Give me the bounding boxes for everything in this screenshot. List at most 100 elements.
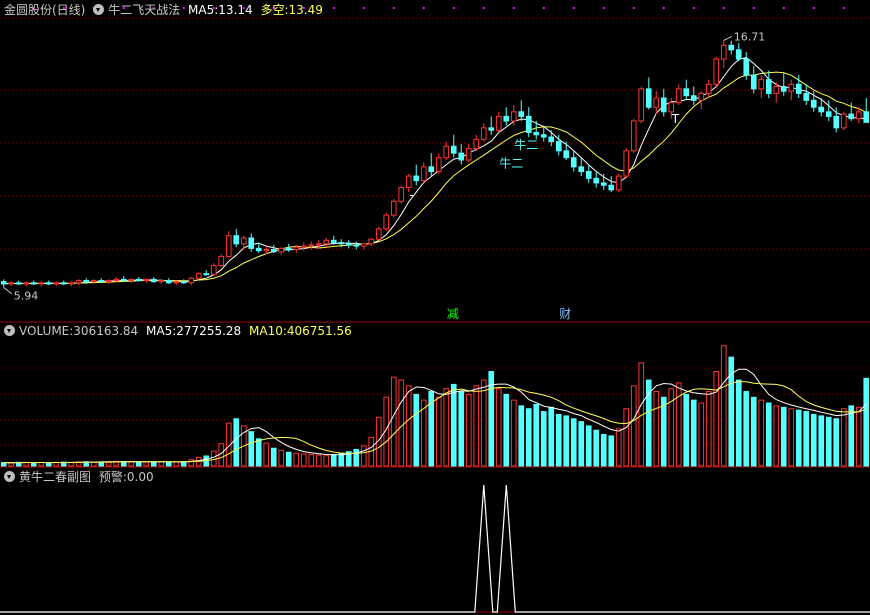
candle-body (323, 239, 330, 245)
volume-bar (45, 462, 52, 467)
volume-bar (480, 379, 487, 467)
volume-bar (660, 396, 667, 467)
candle-body (360, 243, 367, 247)
volume-bar (863, 377, 870, 467)
candle-body (660, 97, 667, 113)
candle-body (458, 152, 465, 161)
ma10-line (3, 71, 867, 285)
indicator-name: 牛二飞天战法 (108, 3, 181, 17)
candle-body (180, 281, 187, 284)
volume-bar (615, 428, 622, 467)
signal-dot (842, 7, 845, 9)
candle-body (435, 157, 442, 172)
candle-body (150, 278, 157, 283)
candle-body (443, 145, 450, 159)
candle-body (765, 79, 772, 94)
volume-bar (285, 451, 292, 467)
candle-body (45, 282, 52, 285)
candle-body (450, 145, 457, 154)
volume-bar (165, 461, 172, 467)
candle-body (188, 277, 195, 284)
candle-body (308, 244, 315, 247)
candle-body (398, 187, 405, 202)
volume-bar (135, 461, 142, 467)
candle-body (540, 134, 547, 138)
candle-body (855, 111, 862, 120)
volume-bar (600, 434, 607, 467)
volume-bar (188, 459, 195, 467)
volume-bar (848, 405, 855, 467)
candle-body (255, 247, 262, 252)
vol-ma10-label: MA10: (249, 324, 287, 338)
volume-bar (698, 402, 705, 467)
volume-bar (570, 418, 577, 467)
candle-body (23, 282, 30, 285)
candle-body (375, 228, 382, 240)
annotation-label: - (409, 188, 413, 202)
main-panel-header: 金圆股份(日线) 牛二飞天战法 MA5:13.14 多空:13.49 (4, 3, 327, 17)
annotation-label: 财 (559, 307, 571, 321)
candle-body (83, 279, 90, 283)
volume-bar (503, 393, 510, 467)
candle-body (683, 88, 690, 97)
dropdown-icon[interactable] (4, 325, 15, 336)
candle-body (105, 279, 112, 283)
candle-body (720, 44, 727, 60)
candle-body (75, 279, 82, 284)
vol-ma5-label: MA5: (146, 324, 177, 338)
ma5-label: MA5: (188, 3, 219, 17)
volume-bar (510, 399, 517, 467)
candle-body (383, 214, 390, 230)
candle-body (578, 166, 585, 172)
volume-bar (263, 442, 270, 467)
volume-bar (465, 393, 472, 467)
candle-body (8, 282, 15, 285)
candle-body (293, 246, 300, 251)
volume-bar (840, 408, 847, 467)
grid-lines (0, 7, 870, 613)
volume-bar (173, 461, 180, 467)
volume-bar (233, 418, 240, 467)
candle-body (345, 243, 352, 246)
volume-bar (803, 411, 810, 467)
dropdown-icon[interactable] (93, 4, 105, 15)
volume-bar (525, 408, 532, 467)
stock-title: 金圆股份(日线) (4, 3, 86, 17)
candle-body (803, 92, 810, 101)
price-ma-lines (3, 57, 867, 285)
volume-bar (300, 453, 307, 467)
candle-body (270, 249, 277, 253)
high-pointer (723, 35, 732, 41)
warning-line (0, 484, 870, 613)
candle-body (840, 113, 847, 129)
candle-body (630, 120, 637, 152)
volume-bar (150, 461, 157, 467)
candle-body (173, 281, 180, 284)
candle-body (30, 282, 37, 285)
annotation-label: 减 (447, 307, 459, 321)
volume-bar (690, 399, 697, 467)
dropdown-icon[interactable] (4, 471, 15, 482)
volume-bar (353, 448, 360, 467)
candle-body (353, 244, 360, 247)
volume-bar (810, 413, 817, 467)
warning-indicator-line (0, 484, 870, 613)
volume-bar (8, 462, 15, 467)
volume-bar (548, 406, 555, 467)
candle-body (120, 278, 127, 281)
volume-bar (623, 408, 630, 467)
candle-body (368, 238, 375, 245)
candle-body (315, 243, 322, 246)
volume-bar (773, 405, 780, 467)
candle-body (668, 102, 675, 113)
volume-bar (578, 421, 585, 467)
candle-body (473, 138, 480, 150)
candle-body (135, 278, 142, 281)
ma5-value: 13.14 (218, 3, 253, 17)
candle-body (788, 83, 795, 92)
volume-bar (38, 462, 45, 467)
candle-body (165, 279, 172, 284)
signal-dot (692, 7, 695, 9)
candle-body (735, 49, 742, 60)
vol-ma10-value: 406751.56 (286, 324, 352, 338)
